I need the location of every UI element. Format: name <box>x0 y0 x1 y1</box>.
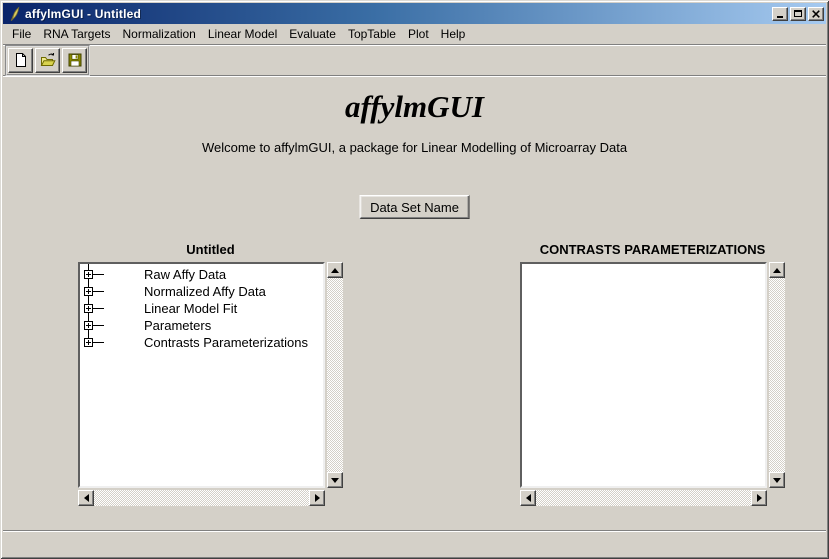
close-icon <box>812 10 820 18</box>
app-subtitle: Welcome to affylmGUI, a package for Line… <box>3 140 826 155</box>
right-horizontal-scrollbar[interactable] <box>520 490 767 506</box>
arrow-left-icon <box>526 494 531 502</box>
tree-branch-line <box>93 291 104 292</box>
save-file-button[interactable] <box>62 48 87 73</box>
arrow-up-icon <box>773 268 781 273</box>
tree-item-contrasts-parameterizations[interactable]: Contrasts Parameterizations <box>80 334 323 351</box>
tree-item-label[interactable]: Contrasts Parameterizations <box>144 335 308 350</box>
scroll-right-button[interactable] <box>309 490 325 506</box>
arrow-down-icon <box>773 478 781 483</box>
menu-toptable[interactable]: TopTable <box>342 25 402 43</box>
scroll-left-button[interactable] <box>78 490 94 506</box>
menu-evaluate[interactable]: Evaluate <box>283 25 342 43</box>
maximize-button[interactable] <box>790 7 806 21</box>
dataset-tree-listbox[interactable]: Raw Affy Data Normalized Affy Data Linea… <box>78 262 325 488</box>
open-folder-icon <box>40 52 56 68</box>
status-bar <box>3 532 826 556</box>
save-floppy-icon <box>67 52 83 68</box>
expand-plus-icon[interactable] <box>84 338 93 347</box>
tree-branch-line <box>93 308 104 309</box>
minimize-icon <box>777 16 783 18</box>
new-file-button[interactable] <box>8 48 33 73</box>
tree-item-label[interactable]: Parameters <box>144 318 211 333</box>
toolbar <box>3 44 826 76</box>
app-feather-icon <box>6 6 22 22</box>
right-vertical-scrollbar[interactable] <box>769 262 785 488</box>
scroll-left-button[interactable] <box>520 490 536 506</box>
scroll-down-button[interactable] <box>769 472 785 488</box>
scroll-right-button[interactable] <box>751 490 767 506</box>
expand-plus-icon[interactable] <box>84 304 93 313</box>
scroll-up-button[interactable] <box>769 262 785 278</box>
new-document-icon <box>13 52 29 68</box>
title-bar[interactable]: affylmGUI - Untitled <box>3 3 826 24</box>
menu-plot[interactable]: Plot <box>402 25 435 43</box>
data-set-name-button[interactable]: Data Set Name <box>359 195 470 219</box>
tree-branch-line <box>93 274 104 275</box>
arrow-down-icon <box>331 478 339 483</box>
tree-branch-line <box>93 342 104 343</box>
minimize-button[interactable] <box>772 7 788 21</box>
tree-item-linear-model-fit[interactable]: Linear Model Fit <box>80 300 323 317</box>
tree-item-label[interactable]: Linear Model Fit <box>144 301 237 316</box>
left-vertical-scrollbar[interactable] <box>327 262 343 488</box>
tree-item-raw-affy-data[interactable]: Raw Affy Data <box>80 266 323 283</box>
menu-help[interactable]: Help <box>435 25 472 43</box>
arrow-right-icon <box>757 494 762 502</box>
scroll-down-button[interactable] <box>327 472 343 488</box>
tree-branch-line <box>93 325 104 326</box>
arrow-right-icon <box>315 494 320 502</box>
menu-normalization[interactable]: Normalization <box>117 25 202 43</box>
close-button[interactable] <box>808 7 824 21</box>
menu-file[interactable]: File <box>6 25 37 43</box>
toolbar-group <box>5 45 90 76</box>
menu-bar: File RNA Targets Normalization Linear Mo… <box>3 24 826 44</box>
window-title: affylmGUI - Untitled <box>25 7 770 21</box>
right-panel-title: CONTRASTS PARAMETERIZATIONS <box>520 242 785 257</box>
menu-rna-targets[interactable]: RNA Targets <box>37 25 116 43</box>
open-file-button[interactable] <box>35 48 60 73</box>
app-window: affylmGUI - Untitled File RNA Targets No… <box>0 0 829 559</box>
arrow-left-icon <box>84 494 89 502</box>
tree-item-normalized-affy-data[interactable]: Normalized Affy Data <box>80 283 323 300</box>
tree-item-label[interactable]: Normalized Affy Data <box>144 284 266 299</box>
tree-item-label[interactable]: Raw Affy Data <box>144 267 226 282</box>
left-horizontal-scrollbar[interactable] <box>78 490 325 506</box>
menu-linear-model[interactable]: Linear Model <box>202 25 283 43</box>
tree-item-parameters[interactable]: Parameters <box>80 317 323 334</box>
expand-plus-icon[interactable] <box>84 270 93 279</box>
contrasts-parameterizations-listbox[interactable] <box>520 262 767 488</box>
expand-plus-icon[interactable] <box>84 321 93 330</box>
app-title: affylmGUI <box>3 90 826 124</box>
maximize-icon <box>794 10 802 17</box>
main-area: affylmGUI Welcome to affylmGUI, a packag… <box>3 76 826 531</box>
expand-plus-icon[interactable] <box>84 287 93 296</box>
scroll-up-button[interactable] <box>327 262 343 278</box>
left-panel-title: Untitled <box>78 242 343 257</box>
arrow-up-icon <box>331 268 339 273</box>
